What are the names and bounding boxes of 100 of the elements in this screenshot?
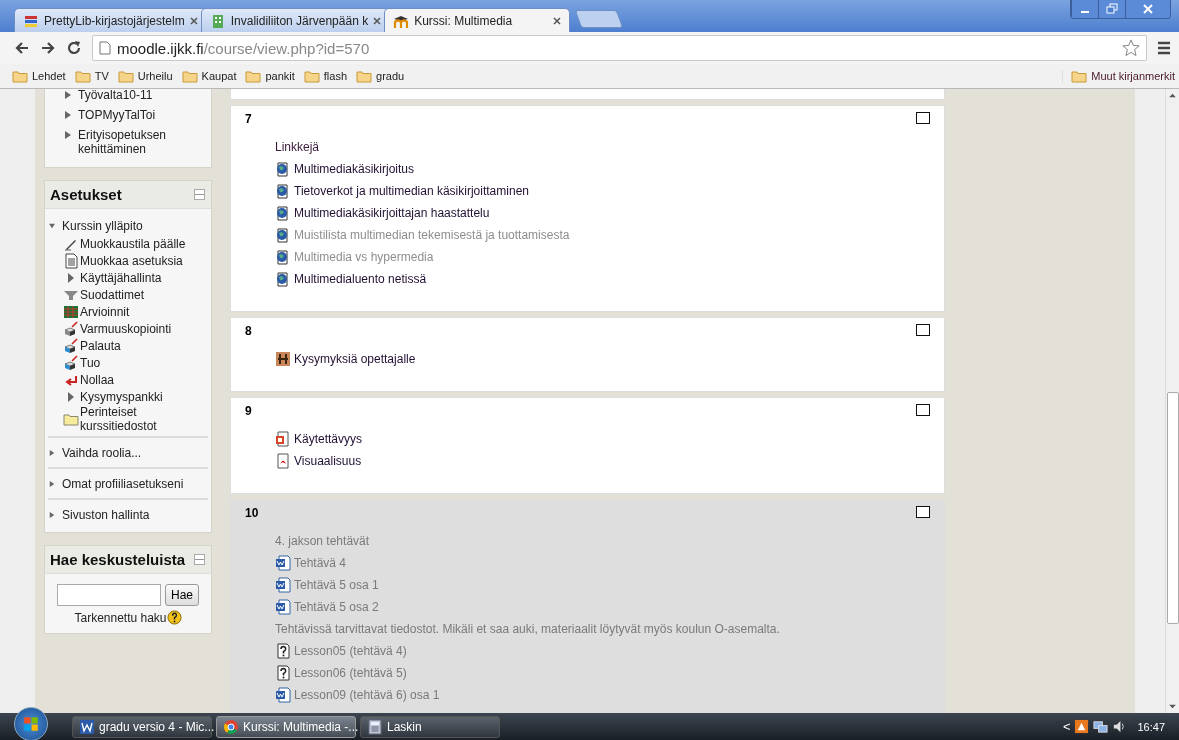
word-document-icon (275, 576, 291, 593)
settings-link[interactable]: Varmuuskopiointi (80, 321, 172, 336)
expand-arrow-icon[interactable] (65, 91, 71, 99)
tab-title: Kurssi: Multimedia (414, 13, 514, 28)
settings-link[interactable]: Kysymyspankki (80, 389, 163, 404)
globe-icon (275, 182, 291, 199)
scroll-up-icon[interactable] (1169, 93, 1176, 98)
taskbar-button[interactable]: Laskin (360, 715, 500, 738)
activity-link[interactable]: Multimedialuento netissä (294, 271, 427, 286)
activity-link[interactable]: Multimediakäsikirjoittajan haastattelu (294, 205, 490, 220)
expand-arrow-icon[interactable] (49, 511, 55, 519)
close-icon[interactable] (373, 16, 382, 25)
question-icon (275, 642, 291, 659)
box-icon (63, 354, 79, 371)
expand-arrow-icon[interactable] (49, 449, 55, 457)
scroll-down-icon[interactable] (1169, 704, 1176, 709)
activity-link[interactable]: Kysymyksiä opettajalle (294, 351, 416, 366)
checkbox[interactable] (916, 324, 930, 336)
bookmark[interactable]: pankit (245, 69, 295, 83)
settings-link[interactable]: Käyttäjähallinta (80, 270, 162, 285)
clock: 16:47 (1137, 720, 1165, 733)
section-number: 8 (245, 324, 252, 338)
scrollbar-thumb[interactable] (1166, 392, 1179, 624)
other-bookmarks[interactable]: Muut kirjanmerkit (1062, 69, 1179, 83)
browser-tab[interactable]: Kurssi: Multimedia (384, 8, 571, 32)
menu-icon[interactable] (1157, 41, 1171, 55)
folder-icon (245, 69, 262, 83)
checkbox[interactable] (916, 404, 930, 416)
close-button[interactable] (1125, 0, 1170, 18)
settings-link[interactable]: Muokkaa asetuksia (80, 253, 183, 268)
page-icon (99, 41, 111, 55)
close-icon[interactable] (553, 16, 562, 25)
star-icon[interactable] (1122, 39, 1140, 57)
settings-link[interactable]: Arvioinnit (80, 304, 130, 319)
taskbar-button[interactable]: gradu versio 4 - Mic... (72, 715, 212, 738)
block-title: Hae keskusteluista (50, 551, 186, 568)
forward-icon[interactable] (40, 40, 56, 56)
bookmark[interactable]: gradu (356, 69, 405, 83)
settings-link[interactable]: Suodattimet (80, 287, 145, 302)
globe-icon (275, 226, 291, 243)
app-tray-icon[interactable] (1074, 719, 1090, 734)
advanced-search-link[interactable]: Tarkennettu haku (74, 610, 167, 625)
folder-icon (117, 69, 134, 83)
settings-link[interactable]: Kurssin ylläpito (62, 219, 143, 233)
close-icon[interactable] (189, 16, 198, 25)
bookmark[interactable]: Lehdet (12, 69, 66, 83)
search-button[interactable]: Hae (165, 584, 199, 606)
box-icon (63, 337, 79, 354)
restore-icon (1106, 3, 1118, 15)
activity-link[interactable]: Käytettävyys (294, 431, 363, 446)
folder-icon (303, 69, 320, 83)
checkbox[interactable] (916, 506, 930, 518)
checkbox[interactable] (916, 112, 930, 124)
folder-icon (63, 411, 79, 427)
network-icon[interactable] (1093, 719, 1109, 734)
settings-link[interactable]: Palauta (80, 338, 121, 353)
help-icon[interactable] (166, 610, 182, 625)
restore-button[interactable] (1098, 0, 1125, 18)
question-icon (275, 664, 291, 681)
expand-arrow-icon[interactable] (65, 111, 71, 119)
reload-icon[interactable] (66, 40, 82, 56)
expand-arrow-icon[interactable] (65, 131, 71, 139)
globe-icon (275, 204, 291, 221)
minimize-icon (1081, 11, 1089, 13)
settings-link[interactable]: Omat profiiliasetukseni (62, 477, 184, 491)
activity-link[interactable]: Tietoverkot ja multimedian käsikirjoittaminen (294, 183, 529, 198)
settings-link[interactable]: Nollaa (80, 372, 115, 387)
settings-link[interactable]: Tuo (80, 355, 101, 370)
label-text: Tehtävissä tarvittavat tiedostot. Mikäli et saa auki, materiaalit löytyvät myös koulun O-asemalta. (275, 621, 780, 636)
course-link[interactable]: Erityisopetuksen kehittäminen (78, 128, 203, 156)
collapse-icon[interactable] (194, 189, 205, 200)
collapse-icon[interactable] (194, 554, 205, 565)
bookmark[interactable]: Urheilu (117, 69, 173, 83)
start-icon (22, 714, 40, 733)
folder-icon (1071, 69, 1088, 83)
collapse-arrow-icon[interactable] (49, 222, 55, 230)
globe-icon (275, 160, 291, 177)
settings-link[interactable]: Perinteiset kurssitiedostot (80, 405, 208, 433)
settings-link[interactable]: Vaihda roolia... (62, 446, 142, 460)
course-link[interactable]: TOPMyyTalToi (78, 108, 156, 122)
activity-link[interactable]: Multimediakäsikirjoitus (294, 161, 415, 176)
course-link[interactable]: Työvalta10-11 (78, 89, 153, 102)
bookmark[interactable]: TV (74, 69, 109, 83)
settings-link[interactable]: Sivuston hallinta (62, 508, 150, 522)
activity-link[interactable]: Visuaalisuus (294, 453, 362, 468)
back-icon[interactable] (14, 40, 30, 56)
tray-arrow[interactable]: < (1062, 719, 1071, 734)
expand-arrow-icon[interactable] (49, 480, 55, 488)
bookmark[interactable]: flash (303, 69, 348, 83)
address-bar[interactable]: moodle.ijkk.fi/course/view.php?id=570 (92, 35, 1147, 61)
settings-link[interactable]: Muokkaustila päälle (80, 236, 186, 251)
word-document-icon (275, 554, 291, 571)
box-icon (63, 320, 79, 337)
globe-icon (275, 270, 291, 287)
minimize-button[interactable] (1071, 0, 1098, 18)
bookmark[interactable]: Kaupat (181, 69, 237, 83)
word-document-icon (275, 598, 291, 615)
search-field[interactable] (57, 584, 161, 606)
scrollbar[interactable] (1165, 89, 1179, 713)
taskbar-button[interactable]: Kurssi: Multimedia -... (216, 715, 356, 738)
